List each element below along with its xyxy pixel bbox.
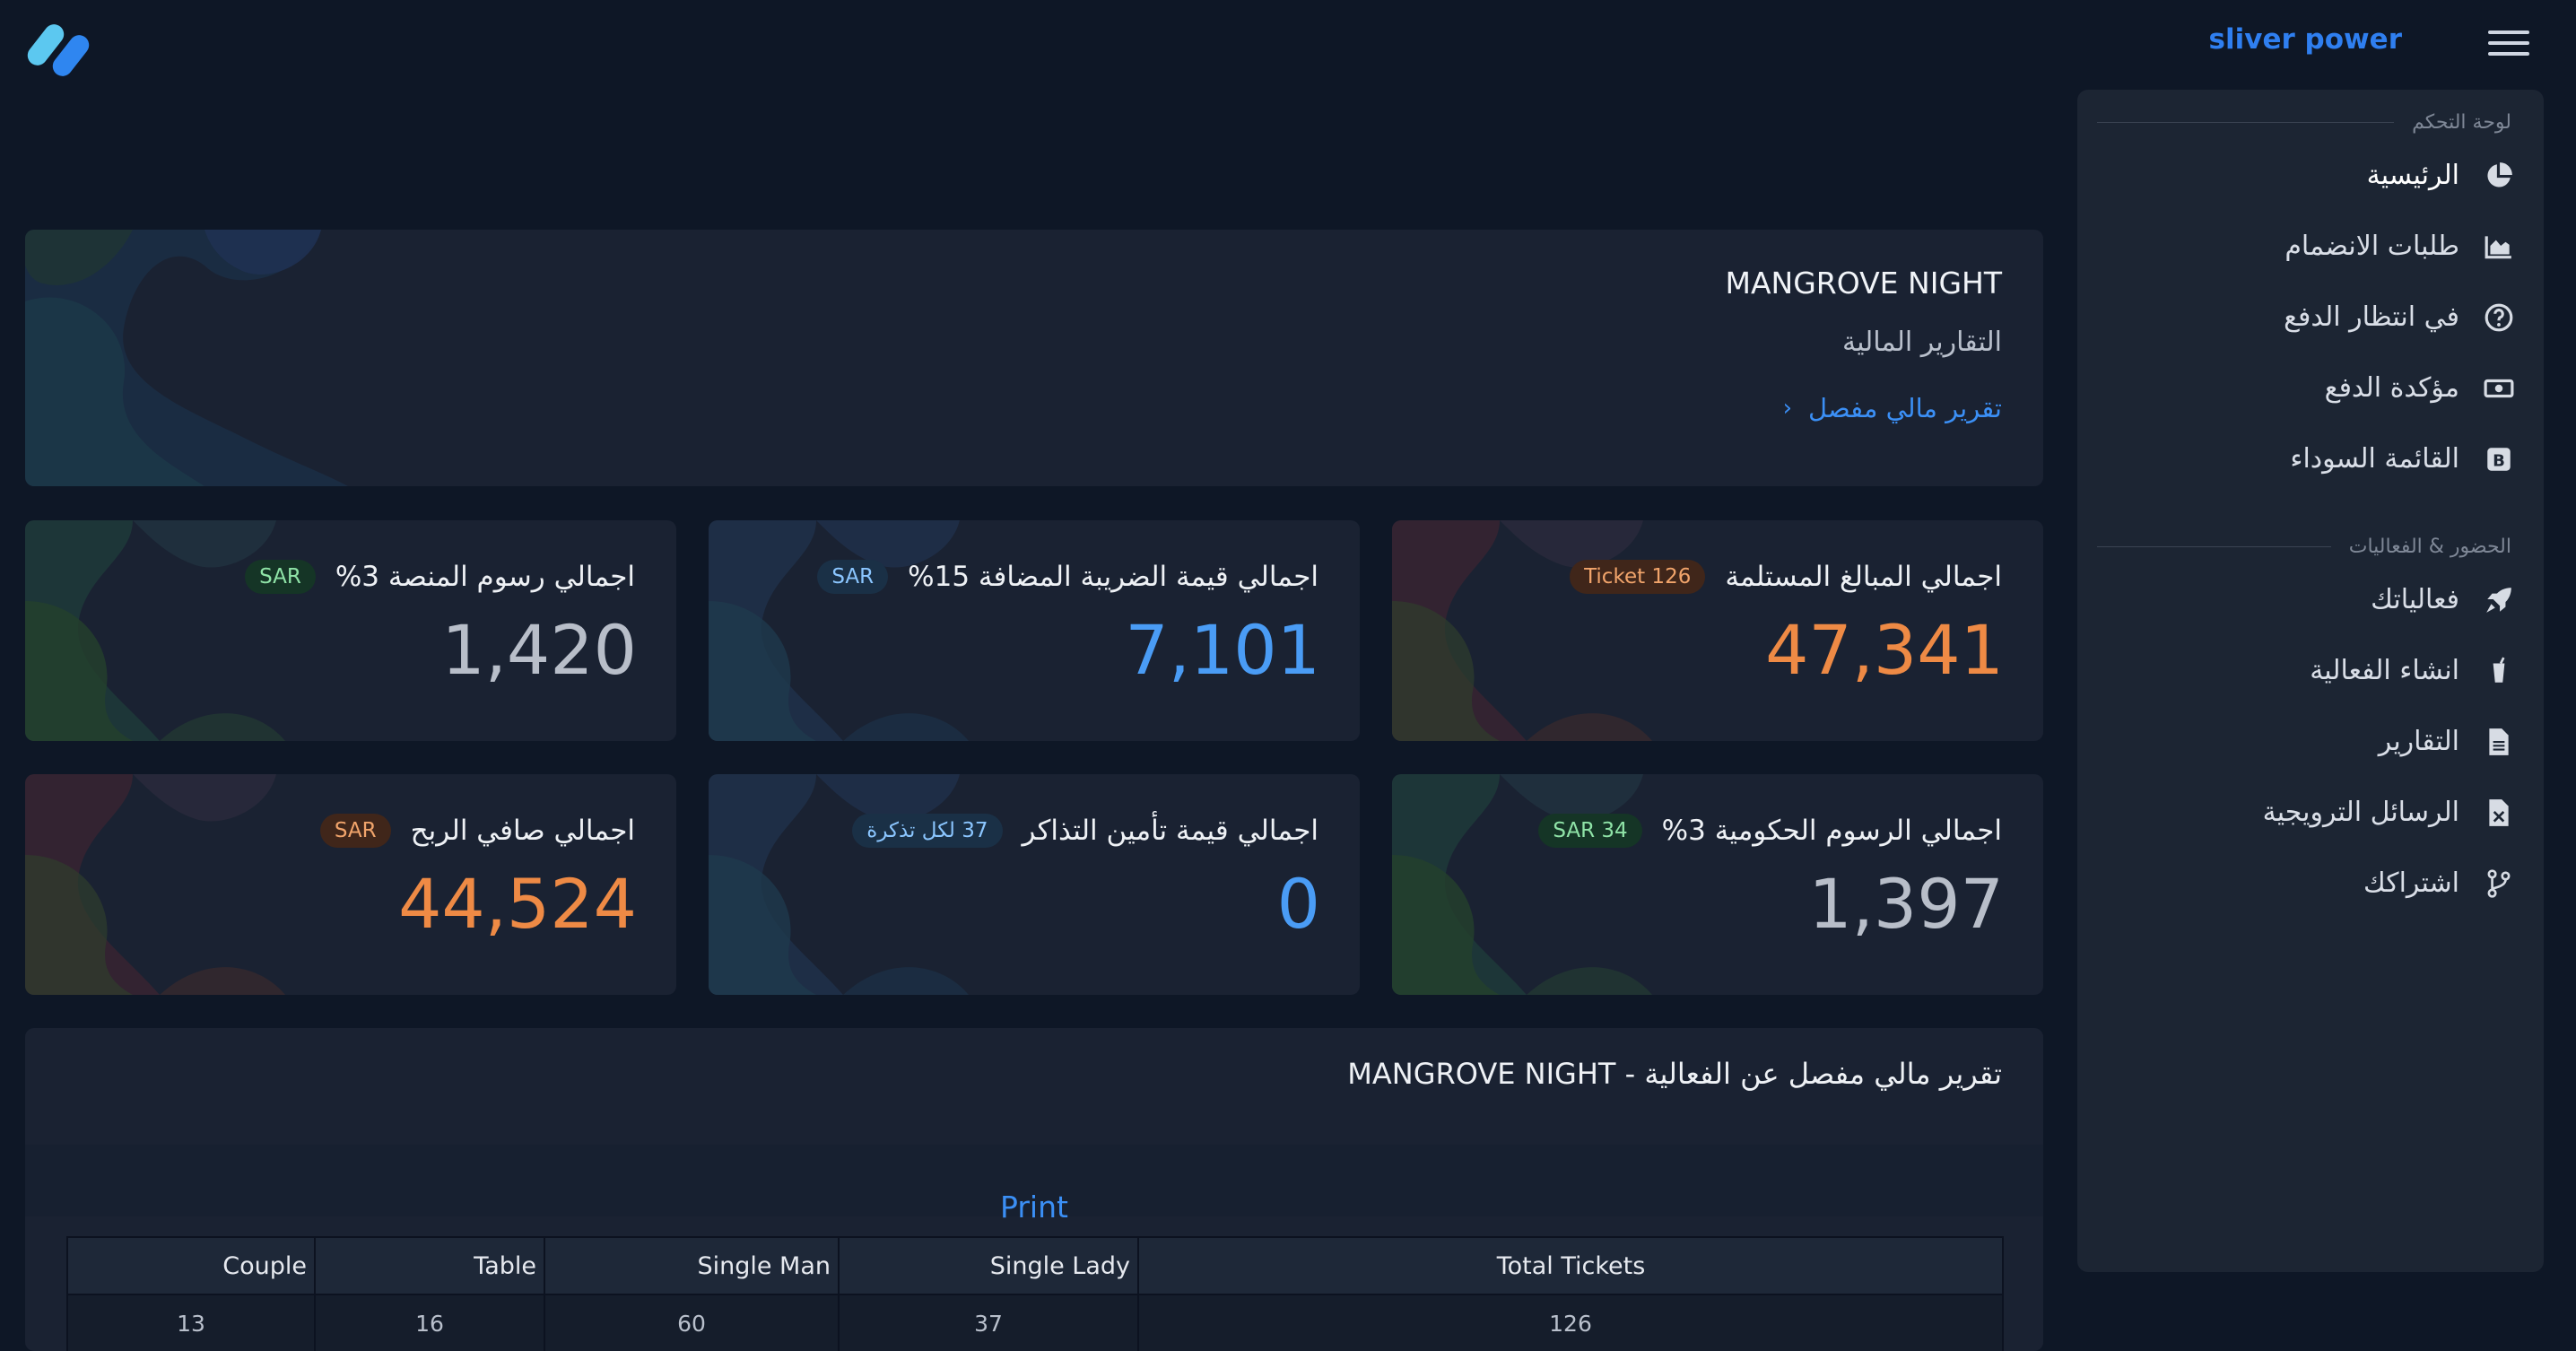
- sidebar-item-label: القائمة السوداء: [2290, 443, 2459, 475]
- card-background-shapes: [1392, 774, 1652, 995]
- cell-single-lady: 37: [838, 1294, 1139, 1351]
- stat-value: 1,397: [1808, 864, 2004, 944]
- sidebar-item-create-event[interactable]: انشاء الفعالية: [2077, 635, 2544, 706]
- card-background-shapes: [709, 520, 969, 741]
- cell-total-tickets: 126: [1137, 1294, 2004, 1351]
- sidebar-item-confirmed-payment[interactable]: مؤكدة الدفع: [2077, 353, 2544, 423]
- column-header-single-lady[interactable]: Single Lady: [838, 1236, 1139, 1295]
- brand-name[interactable]: sliver power: [2209, 23, 2402, 56]
- sidebar-item-reports[interactable]: التقارير: [2077, 706, 2544, 777]
- sidebar-item-label: التقارير: [2378, 726, 2459, 757]
- sidebar-item-label: الرئيسية: [2366, 160, 2459, 191]
- sidebar-item-promo-messages[interactable]: الرسائل الترويجية: [2077, 777, 2544, 848]
- event-hero-card: MANGROVE NIGHT التقارير المالية تقرير ما…: [25, 230, 2043, 486]
- hamburger-icon[interactable]: [2488, 31, 2529, 57]
- currency-badge: SAR 34: [1538, 814, 1642, 848]
- stat-label: اجمالي صافي الربح: [410, 815, 635, 847]
- stat-label: اجمالي المبالغ المستلمة: [1725, 561, 2002, 593]
- card-background-shapes: [25, 520, 285, 741]
- sidebar: لوحة التحكم الرئيسية طلبات الانضمام في ا…: [2077, 90, 2544, 1272]
- stat-value: 47,341: [1765, 610, 2004, 690]
- stat-card-total-received: اجمالي المبالغ المستلمة Ticket 126 47,34…: [1392, 520, 2043, 741]
- stat-card-net-profit: اجمالي صافي الربح SAR 44,524: [25, 774, 676, 995]
- logo-icon[interactable]: [23, 20, 95, 83]
- sidebar-item-label: الرسائل الترويجية: [2262, 797, 2459, 828]
- cell-couple: 13: [66, 1294, 316, 1351]
- column-header-table[interactable]: Table: [314, 1236, 545, 1295]
- rocket-icon: [2481, 582, 2517, 618]
- sidebar-section-events: الحضور & الفعاليات: [2077, 528, 2544, 564]
- sidebar-item-label: طلبات الانضمام: [2284, 231, 2459, 262]
- currency-badge: SAR: [245, 560, 316, 594]
- tickets-table: Couple Table Single Man Single Lady Tota…: [66, 1236, 2004, 1351]
- event-title: MANGROVE NIGHT: [1725, 266, 2002, 301]
- stat-value: 1,420: [441, 610, 637, 690]
- sidebar-section-title: الحضور & الفعاليات: [2348, 535, 2511, 558]
- per-ticket-badge: 37 لكل تذكرة: [852, 814, 1003, 848]
- sidebar-item-blacklist[interactable]: B القائمة السوداء: [2077, 423, 2544, 494]
- detailed-report-card: تقرير مالي مفصل عن الفعالية - MANGROVE N…: [25, 1028, 2043, 1351]
- card-background-shapes: [709, 774, 969, 995]
- column-header-single-man[interactable]: Single Man: [544, 1236, 840, 1295]
- stat-label: اجمالي رسوم المنصة 3%: [335, 561, 635, 593]
- table-header-row: Couple Table Single Man Single Lady Tota…: [66, 1236, 2004, 1295]
- currency-badge: SAR: [817, 560, 889, 594]
- sidebar-item-join-requests[interactable]: طلبات الانضمام: [2077, 211, 2544, 282]
- sidebar-item-home[interactable]: الرئيسية: [2077, 140, 2544, 211]
- sidebar-item-label: انشاء الفعالية: [2310, 655, 2459, 686]
- stat-label: اجمالي قيمة تأمين التذاكر: [1022, 815, 1319, 847]
- sidebar-item-your-events[interactable]: فعالياتك: [2077, 564, 2544, 635]
- cell-single-man: 60: [544, 1294, 840, 1351]
- sidebar-item-label: فعالياتك: [2371, 584, 2459, 615]
- sidebar-section-title: لوحة التحكم: [2412, 110, 2511, 134]
- card-background-shapes: [25, 774, 285, 995]
- code-branch-icon: [2481, 866, 2517, 902]
- stat-value: 44,524: [398, 864, 637, 944]
- column-header-couple[interactable]: Couple: [66, 1236, 316, 1295]
- svg-text:B: B: [2493, 451, 2505, 470]
- sidebar-item-label: اشتراكك: [2363, 867, 2459, 899]
- stat-card-platform-fees: اجمالي رسوم المنصة 3% SAR 1,420: [25, 520, 676, 741]
- sidebar-item-label: مؤكدة الدفع: [2324, 372, 2459, 404]
- print-button[interactable]: Print: [25, 1190, 2043, 1225]
- stat-label: اجمالي الرسوم الحكومية 3%: [1661, 815, 2002, 847]
- detailed-report-link[interactable]: تقرير مالي مفصل ‹: [1783, 393, 2002, 423]
- chevron-left-icon: ‹: [1782, 395, 1793, 422]
- column-header-total-tickets[interactable]: Total Tickets: [1137, 1236, 2004, 1295]
- financial-reports-subtitle: التقارير المالية: [1841, 327, 2002, 358]
- bold-b-icon: B: [2481, 441, 2517, 477]
- file-x-icon: [2481, 795, 2517, 831]
- area-chart-icon: [2481, 229, 2517, 265]
- stat-label: اجمالي قيمة الضريبة المضافة 15%: [908, 561, 1318, 593]
- stat-card-government-fees: اجمالي الرسوم الحكومية 3% SAR 34 1,397: [1392, 774, 2043, 995]
- pie-chart-icon: [2481, 158, 2517, 194]
- sidebar-item-subscription[interactable]: اشتراكك: [2077, 848, 2544, 919]
- report-title: تقرير مالي مفصل عن الفعالية - MANGROVE N…: [1347, 1057, 2002, 1091]
- sidebar-item-pending-payment[interactable]: في انتظار الدفع: [2077, 282, 2544, 353]
- money-bill-icon: [2481, 370, 2517, 406]
- cell-table: 16: [314, 1294, 545, 1351]
- sidebar-item-label: في انتظار الدفع: [2284, 301, 2459, 333]
- question-circle-icon: [2481, 300, 2517, 336]
- stat-value: 7,101: [1125, 610, 1320, 690]
- stat-card-ticket-insurance: اجمالي قيمة تأمين التذاكر 37 لكل تذكرة 0: [709, 774, 1360, 995]
- stat-value: 0: [1276, 864, 1320, 944]
- hero-background-shapes: [25, 230, 348, 486]
- card-background-shapes: [1392, 520, 1652, 741]
- ticket-count-badge: Ticket 126: [1570, 560, 1706, 594]
- table-row: 13 16 60 37 126: [66, 1294, 2004, 1351]
- drink-icon: [2481, 653, 2517, 689]
- currency-badge: SAR: [319, 814, 391, 848]
- sidebar-section-dashboard: لوحة التحكم: [2077, 104, 2544, 140]
- detailed-report-link-label: تقرير مالي مفصل: [1808, 393, 2002, 423]
- document-icon: [2481, 724, 2517, 760]
- stat-card-vat-total: اجمالي قيمة الضريبة المضافة 15% SAR 7,10…: [709, 520, 1360, 741]
